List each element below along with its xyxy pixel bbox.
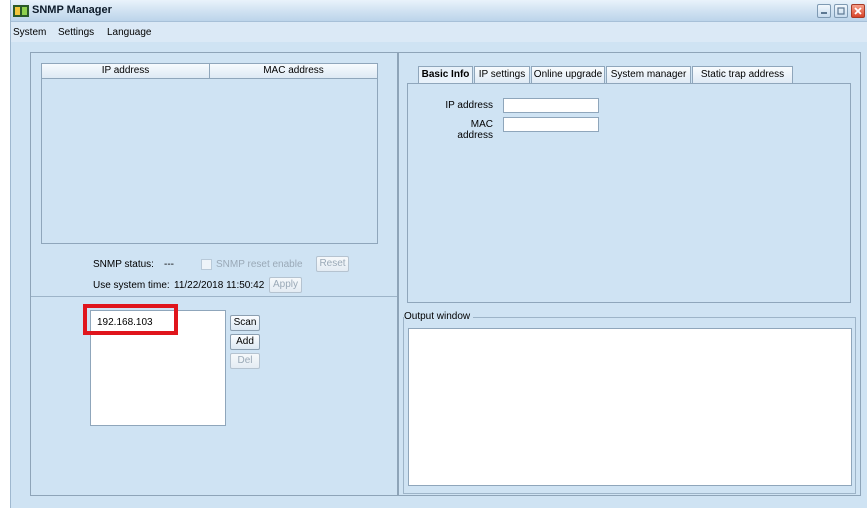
del-button[interactable]: Del [230, 353, 260, 369]
snmp-status-label: SNMP status: [93, 259, 154, 270]
tab-system-manager[interactable]: System manager [606, 66, 691, 83]
highlight-box [83, 304, 178, 335]
tab-basic-info[interactable]: Basic Info [418, 66, 473, 84]
scan-button[interactable]: Scan [230, 315, 260, 331]
device-details-panel: Basic Info IP settings Online upgrade Sy… [398, 52, 861, 496]
basic-info-content: IP address MAC address [407, 83, 851, 303]
window-title: SNMP Manager [32, 4, 112, 16]
maximize-icon[interactable] [834, 4, 848, 18]
app-window: SNMP Manager System Settings Language IP… [10, 0, 867, 508]
menu-bar: System Settings Language [11, 22, 867, 42]
divider [31, 296, 397, 297]
mac-address-label: MAC address [457, 119, 493, 141]
mac-address-field[interactable] [503, 117, 599, 132]
device-panel: IP address MAC address SNMP status: --- … [30, 52, 398, 496]
add-button[interactable]: Add [230, 334, 260, 350]
title-bar[interactable]: SNMP Manager [11, 0, 867, 22]
close-icon[interactable] [851, 4, 865, 18]
output-window-group: Output window [403, 311, 856, 494]
output-window-legend: Output window [404, 311, 474, 322]
menu-settings[interactable]: Settings [58, 27, 94, 38]
tab-ip-settings[interactable]: IP settings [474, 66, 530, 83]
device-table[interactable]: IP address MAC address [41, 63, 378, 244]
reset-button[interactable]: Reset [316, 256, 349, 272]
tab-online-upgrade[interactable]: Online upgrade [531, 66, 605, 83]
snmp-app-icon [13, 5, 29, 17]
menu-system[interactable]: System [13, 27, 46, 38]
snmp-status-value: --- [164, 259, 174, 270]
snmp-reset-enable-checkbox[interactable] [201, 259, 212, 270]
output-window[interactable] [408, 328, 852, 486]
column-header-ip[interactable]: IP address [42, 64, 210, 79]
snmp-reset-enable-label: SNMP reset enable [216, 259, 303, 270]
system-time-value: 11/22/2018 11:50:42 [174, 280, 265, 291]
ip-address-field[interactable] [503, 98, 599, 113]
column-header-mac[interactable]: MAC address [210, 64, 377, 79]
apply-button[interactable]: Apply [269, 277, 302, 293]
minimize-icon[interactable] [817, 4, 831, 18]
system-time-label: Use system time: [93, 280, 170, 291]
tab-static-trap-address[interactable]: Static trap address [692, 66, 793, 83]
ip-address-label: IP address [445, 100, 493, 111]
menu-language[interactable]: Language [107, 27, 152, 38]
